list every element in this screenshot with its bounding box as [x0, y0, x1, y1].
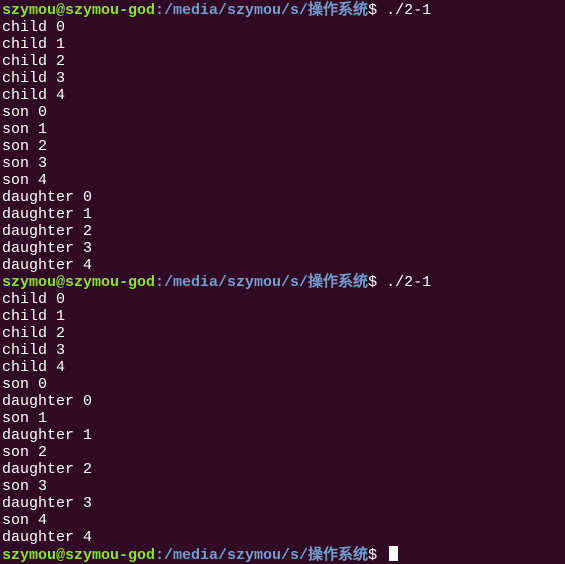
prompt-user-host: szymou@szymou-god: [2, 274, 156, 291]
output-line: child 1: [2, 308, 66, 325]
prompt-line: szymou@szymou-god:/media/szymou/s/操作系统$ …: [0, 274, 565, 291]
output-line: child 3: [2, 342, 66, 359]
output-line: daughter 2: [2, 461, 93, 478]
output-line: child 2: [2, 53, 66, 70]
text-cursor[interactable]: [389, 546, 399, 561]
prompt-line: szymou@szymou-god:/media/szymou/s/操作系统$: [0, 546, 565, 564]
output-line: child 0: [2, 291, 66, 308]
output-line: daughter 3: [2, 240, 93, 257]
output-line: child 1: [2, 36, 66, 53]
prompt-path: :/media/szymou/s/操作系统: [155, 547, 369, 564]
prompt-symbol: $: [368, 547, 378, 564]
output-line: child 4: [2, 359, 66, 376]
prompt-symbol: $: [368, 274, 378, 291]
output-line: son 0: [2, 104, 48, 121]
output-line: child 4: [2, 87, 66, 104]
output-line: daughter 4: [2, 529, 93, 546]
prompt-user-host: szymou@szymou-god: [2, 2, 156, 19]
output-line: son 2: [2, 444, 48, 461]
output-line: daughter 1: [2, 427, 93, 444]
prompt-user-host: szymou@szymou-god: [2, 547, 156, 564]
output-line: child 3: [2, 70, 66, 87]
output-line: daughter 4: [2, 257, 93, 274]
output-line: son 1: [2, 121, 48, 138]
output-line: son 0: [2, 376, 48, 393]
output-line: daughter 1: [2, 206, 93, 223]
prompt-path: :/media/szymou/s/操作系统: [155, 274, 369, 291]
output-line: daughter 0: [2, 189, 93, 206]
prompt-path: :/media/szymou/s/操作系统: [155, 2, 369, 19]
output-line: son 4: [2, 512, 48, 529]
command-text: ./2-1: [377, 274, 432, 291]
output-line: daughter 2: [2, 223, 93, 240]
output-line: son 4: [2, 172, 48, 189]
output-line: child 0: [2, 19, 66, 36]
terminal-window[interactable]: szymou@szymou-god:/media/szymou/s/操作系统$ …: [0, 0, 565, 564]
output-line: son 1: [2, 410, 48, 427]
prompt-line: szymou@szymou-god:/media/szymou/s/操作系统$ …: [0, 2, 565, 19]
command-text: ./2-1: [377, 2, 432, 19]
output-line: daughter 0: [2, 393, 93, 410]
output-line: son 3: [2, 155, 48, 172]
output-line: son 2: [2, 138, 48, 155]
output-line: son 3: [2, 478, 48, 495]
prompt-symbol: $: [368, 2, 378, 19]
output-line: child 2: [2, 325, 66, 342]
output-line: daughter 3: [2, 495, 93, 512]
command-text: [377, 547, 386, 564]
